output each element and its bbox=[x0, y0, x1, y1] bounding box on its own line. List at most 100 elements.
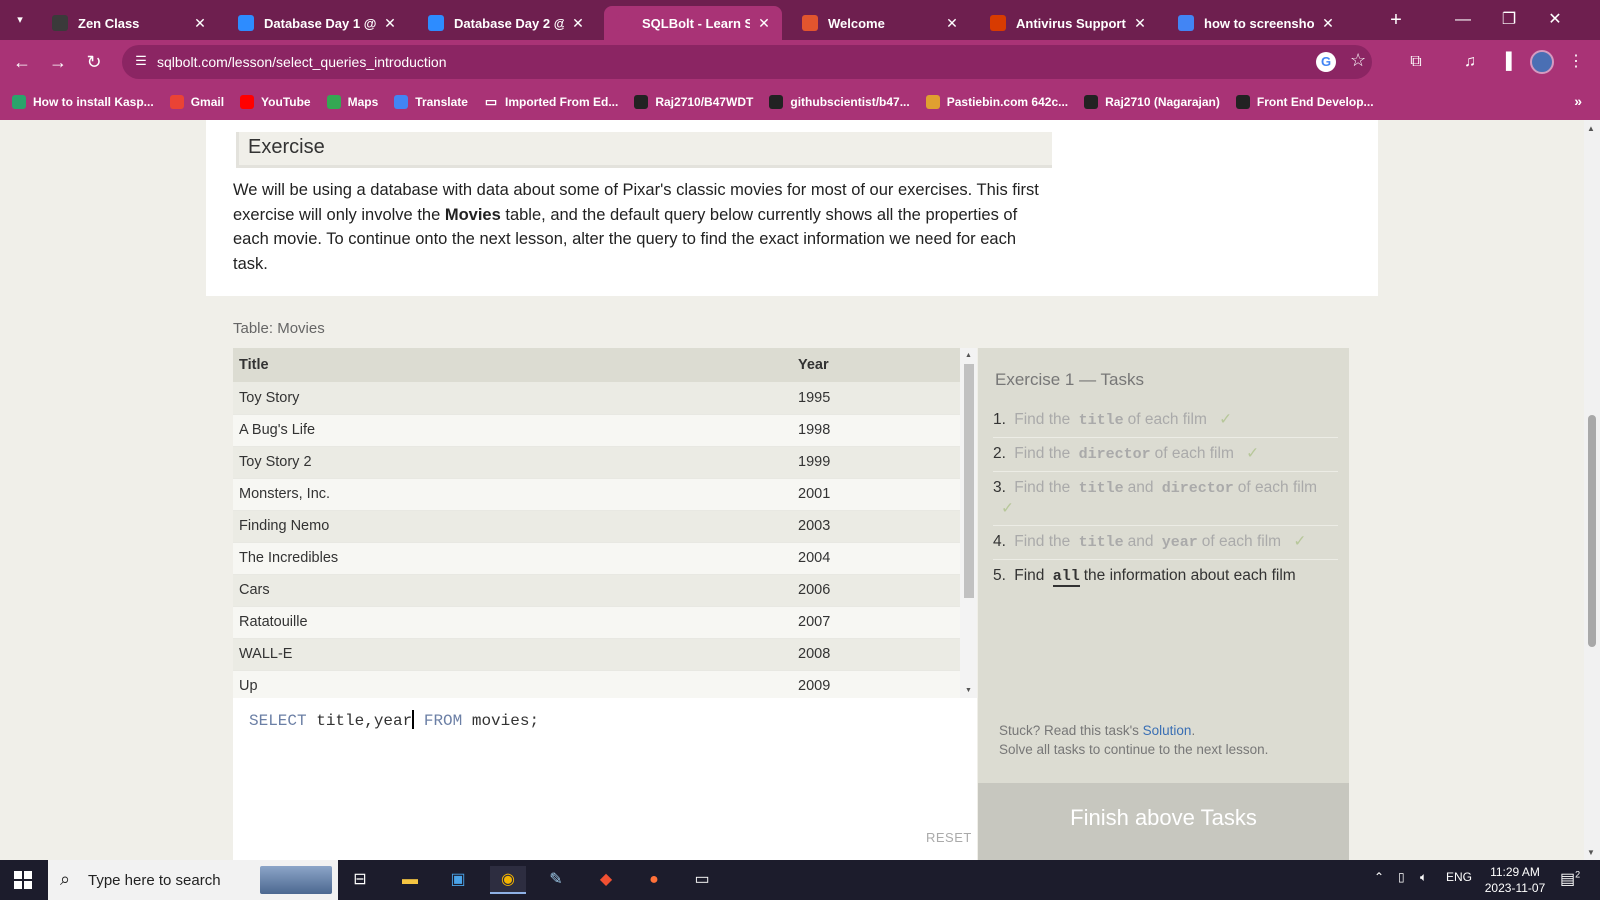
minimize-icon[interactable]: — bbox=[1448, 8, 1478, 32]
cell-year: 2001 bbox=[792, 478, 960, 511]
page-scrollbar[interactable]: ▲ ▼ bbox=[1584, 120, 1600, 860]
browser-tab[interactable]: Zen Class ✕ bbox=[40, 6, 218, 40]
address-bar[interactable]: ☰ sqlbolt.com/lesson/select_queries_intr… bbox=[122, 45, 1372, 79]
task-keyword: title bbox=[1078, 412, 1124, 429]
bookmark-item[interactable]: Maps bbox=[326, 95, 378, 109]
reset-button[interactable]: RESET bbox=[926, 830, 972, 845]
windows-start-icon[interactable] bbox=[14, 871, 32, 889]
browser-tab[interactable]: Antivirus Support - On ✕ bbox=[978, 6, 1158, 40]
bookmark-item[interactable]: YouTube bbox=[240, 95, 311, 109]
table-scroll-thumb[interactable] bbox=[964, 364, 974, 598]
bookmark-item[interactable]: Gmail bbox=[169, 95, 225, 109]
close-tab-icon[interactable]: ✕ bbox=[1132, 15, 1148, 32]
sql-query-editor[interactable]: SELECT title,year FROM movies; RESET bbox=[233, 698, 977, 860]
git-icon[interactable]: ◆ bbox=[588, 866, 624, 894]
task-number: 5. bbox=[993, 567, 1006, 584]
task-keyword: year bbox=[1161, 534, 1198, 551]
media-control-icon[interactable]: ♫ bbox=[1458, 51, 1482, 73]
reload-icon[interactable]: ↻ bbox=[82, 50, 106, 74]
github-icon bbox=[634, 95, 649, 109]
notifications-icon[interactable]: ▤2 bbox=[1560, 869, 1580, 889]
tab-title: SQLBolt - Learn SQL - bbox=[642, 15, 750, 31]
table-scrollbar[interactable]: ▲ ▼ bbox=[960, 348, 977, 698]
table-row: Toy Story 1995 bbox=[233, 382, 960, 415]
page-scroll-thumb[interactable] bbox=[1588, 415, 1596, 647]
profile-avatar[interactable] bbox=[1530, 50, 1554, 74]
clock[interactable]: 11:29 AM 2023-11-07 bbox=[1480, 864, 1550, 896]
tab-search-menu-icon[interactable]: ▾ bbox=[8, 9, 32, 31]
battery-icon[interactable]: ▯ bbox=[1398, 870, 1405, 884]
task-view-icon[interactable]: ⊟ bbox=[342, 866, 378, 894]
more-menu-icon[interactable]: ⋮ bbox=[1564, 51, 1588, 73]
task-item: 3. Find the title and director of each fil… bbox=[993, 472, 1338, 526]
chrome-icon[interactable]: ◉ bbox=[490, 866, 526, 894]
bookmark-label: How to install Kasp... bbox=[33, 95, 154, 109]
notepad-icon[interactable]: ✎ bbox=[538, 866, 574, 894]
restore-icon[interactable]: ❐ bbox=[1494, 8, 1524, 32]
page-scroll-down-icon[interactable]: ▼ bbox=[1587, 848, 1595, 857]
cell-year: 1999 bbox=[792, 446, 960, 479]
solution-link[interactable]: Solution bbox=[1143, 723, 1192, 738]
bookmark-item[interactable]: Front End Develop... bbox=[1235, 95, 1374, 109]
browser-tab[interactable]: Database Day 1 @8 AM ✕ bbox=[226, 6, 408, 40]
side-panel-icon[interactable]: ▐ bbox=[1494, 51, 1518, 73]
control-panel-icon[interactable]: ▣ bbox=[440, 866, 476, 894]
browser-tab[interactable]: Welcome ✕ bbox=[790, 6, 970, 40]
close-window-icon[interactable]: ✕ bbox=[1540, 8, 1570, 32]
cell-title: Ratatouille bbox=[233, 606, 792, 639]
close-tab-icon[interactable]: ✕ bbox=[192, 15, 208, 32]
close-tab-icon[interactable]: ✕ bbox=[756, 15, 772, 32]
task-text: of each film bbox=[1237, 479, 1318, 496]
close-tab-icon[interactable]: ✕ bbox=[382, 15, 398, 32]
bookmark-item[interactable]: Pastiebin.com 642c... bbox=[925, 95, 1068, 109]
exercise-intro: We will be using a database with data ab… bbox=[233, 181, 1039, 273]
bookmark-star-icon[interactable]: ☆ bbox=[1350, 50, 1366, 71]
bookmark-item[interactable]: How to install Kasp... bbox=[12, 95, 154, 109]
page-scroll-up-icon[interactable]: ▲ bbox=[1587, 124, 1595, 133]
volume-icon[interactable]: 🔈︎ bbox=[1420, 870, 1427, 885]
bookmark-item[interactable]: Raj2710 (Nagarajan) bbox=[1084, 95, 1220, 109]
cell-year: 2006 bbox=[792, 574, 960, 607]
taskbar-search[interactable]: ⌕ Type here to search bbox=[48, 860, 338, 900]
close-tab-icon[interactable]: ✕ bbox=[570, 15, 586, 32]
new-tab-button[interactable]: + bbox=[1384, 8, 1408, 32]
table-row: WALL-E 2008 bbox=[233, 638, 960, 671]
bookmarks-bar: How to install Kasp... Gmail YouTube Maps Tr… bbox=[0, 84, 1600, 120]
finish-tasks-button[interactable]: Finish above Tasks bbox=[978, 783, 1349, 860]
bookmark-item[interactable]: Translate bbox=[394, 95, 468, 109]
query-text[interactable]: SELECT title,year FROM movies; bbox=[249, 710, 539, 730]
forward-arrow-icon[interactable]: → bbox=[46, 50, 70, 74]
bookmark-item[interactable]: Raj2710/B47WDT bbox=[634, 95, 753, 109]
file-explorer-icon[interactable]: ▬ bbox=[392, 866, 428, 894]
browser-tab[interactable]: Database Day 2 @4 PM ✕ bbox=[416, 6, 596, 40]
cell-year: 1998 bbox=[792, 414, 960, 447]
task-number: 2. bbox=[993, 445, 1006, 462]
back-arrow-icon[interactable]: ← bbox=[10, 50, 34, 74]
tray-overflow-icon[interactable]: ⌃ bbox=[1374, 870, 1384, 884]
close-tab-icon[interactable]: ✕ bbox=[944, 15, 960, 32]
bookmark-label: Gmail bbox=[190, 95, 225, 109]
terminal-icon[interactable]: ▭ bbox=[684, 866, 720, 894]
table-row: Finding Nemo 2003 bbox=[233, 510, 960, 543]
language-indicator[interactable]: ENG bbox=[1446, 870, 1472, 884]
task-complete-check-icon: ✓ bbox=[1293, 533, 1307, 550]
task-item: 5. Find all the information about each fi… bbox=[993, 560, 1338, 593]
close-tab-icon[interactable]: ✕ bbox=[1320, 15, 1336, 32]
movies-table-container[interactable]: Title Year Toy Story 1995 A Bug's Life 1998… bbox=[233, 348, 977, 698]
browser-tab[interactable]: how to screenshot in ✕ bbox=[1166, 6, 1346, 40]
extensions-icon[interactable]: ⧉ bbox=[1404, 51, 1428, 73]
cell-title: The Incredibles bbox=[233, 542, 792, 575]
scroll-down-icon[interactable]: ▼ bbox=[965, 687, 972, 694]
bookmark-item[interactable]: githubscientist/b47... bbox=[769, 95, 910, 109]
bookmark-item[interactable]: ▭ Imported From Ed... bbox=[484, 95, 619, 110]
zoom-icon bbox=[428, 15, 444, 31]
more-bookmarks-icon[interactable]: » bbox=[1574, 93, 1582, 109]
tab-title: Database Day 2 @4 PM bbox=[454, 15, 564, 31]
browser-tab[interactable]: SQLBolt - Learn SQL - ✕ bbox=[604, 6, 782, 40]
url-text[interactable]: sqlbolt.com/lesson/select_queries_introd… bbox=[157, 54, 447, 70]
site-info-icon[interactable]: ☰ bbox=[132, 53, 150, 69]
firefox-icon[interactable]: ● bbox=[636, 866, 672, 894]
scroll-up-icon[interactable]: ▲ bbox=[965, 352, 972, 359]
task-text: Find the bbox=[1014, 479, 1071, 496]
google-lens-icon[interactable]: G bbox=[1316, 52, 1336, 72]
